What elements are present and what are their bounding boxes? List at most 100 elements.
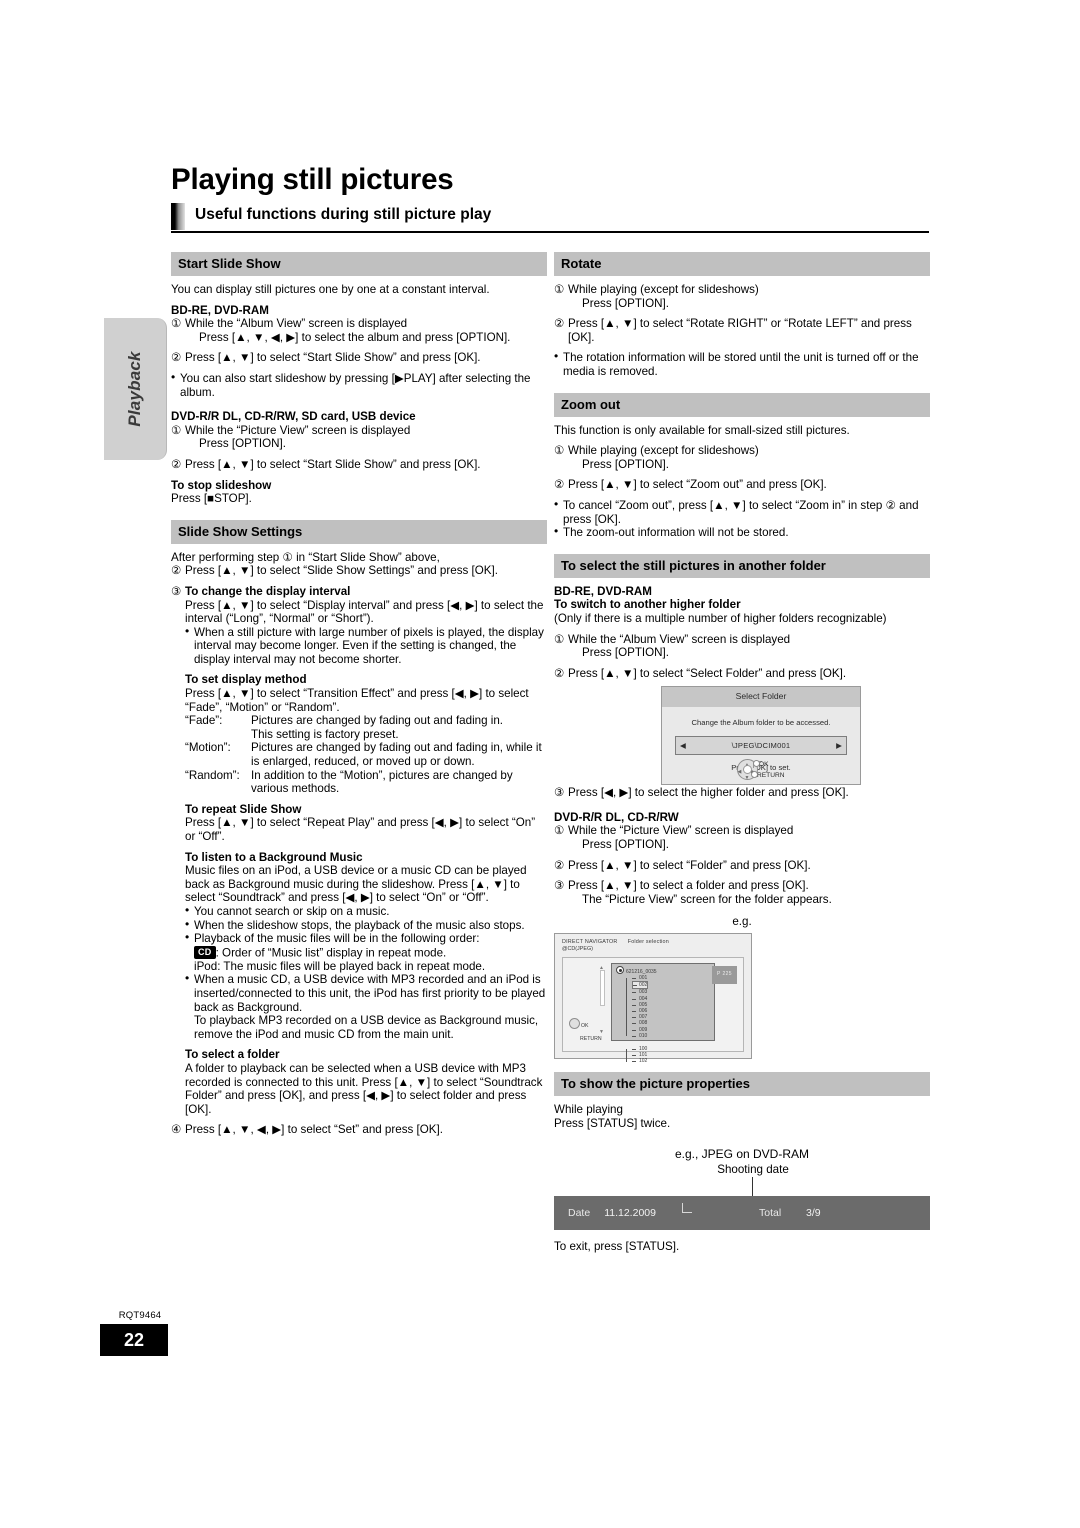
another-folder-dvdr-heading: DVD-R/R DL, CD-R/RW <box>554 810 679 824</box>
step-text: While the “Picture View” screen is displ… <box>568 824 794 838</box>
settings-step-2: ② Press [▲, ▼] to select “Slide Show Set… <box>171 564 547 578</box>
step-number: ④ <box>171 1123 182 1137</box>
display-method-heading: To set display method <box>185 673 307 687</box>
section-header-slide-show-settings: Slide Show Settings <box>171 519 547 544</box>
effect-desc: In addition to the “Motion”, pictures ar… <box>251 768 513 796</box>
dialog-message: Change the Album folder to be accessed. <box>691 717 831 727</box>
subtitle-block: Useful functions during still picture pl… <box>171 203 929 235</box>
subtitle-text: Useful functions during still picture pl… <box>195 206 492 223</box>
status-date-value: 11.12.2009 <box>604 1206 656 1219</box>
bgm-note-2: • When the slideshow stops, the playback… <box>185 917 547 933</box>
zoom-out-step-1: ① While playing (except for slideshows) … <box>554 444 930 471</box>
dn-ok-label: OK <box>581 1022 589 1029</box>
select-folder-dialog-figure: Select Folder Change the Album folder to… <box>554 686 930 786</box>
start-slide-show-intro: You can display still pictures one by on… <box>171 283 490 296</box>
step-number: ② <box>554 317 565 331</box>
step-subtext: Press [OPTION]. <box>582 646 669 660</box>
step-number: ① <box>554 283 565 296</box>
section-header-picture-properties: To show the picture properties <box>554 1072 930 1097</box>
dn-body: ▲ ▼ 621216_0035 001 002 003 004 005 006 … <box>562 957 744 1064</box>
step-number: ① <box>171 317 182 331</box>
folder-selector[interactable]: ◀ \JPEG\DCIM001 ▶ <box>675 736 847 756</box>
dialog-title: Select Folder <box>662 687 860 707</box>
soundtrack-folder-body: A folder to playback can be selected whe… <box>185 1062 543 1116</box>
step-text: Press [▲, ▼] to select “Select Folder” a… <box>568 666 847 680</box>
another-folder-bdre-heading: BD-RE, DVD-RAM <box>554 584 652 598</box>
stop-slideshow-body: Press [■STOP]. <box>171 492 252 506</box>
section-tab-playback: Playback <box>104 318 167 460</box>
exit-instruction: To exit, press [STATUS]. <box>554 1240 680 1254</box>
section-header-zoom-out: Zoom out <box>554 392 930 417</box>
bullet-text: When a music CD, a USB device with MP3 r… <box>194 973 546 1041</box>
callout-elbow <box>682 1203 692 1214</box>
page-title: Playing still pictures <box>171 163 454 196</box>
chevron-left-icon[interactable]: ◀ <box>680 739 686 753</box>
step-number: ② <box>171 457 182 471</box>
step-text: Press [▲, ▼, ◀, ▶] to select “Set” and p… <box>185 1123 443 1137</box>
step-subtext: Press [OPTION]. <box>582 457 669 471</box>
bullet-text: The rotation information will be stored … <box>563 351 919 378</box>
properties-eg-label: e.g., JPEG on DVD-RAM <box>674 1147 810 1162</box>
tree-item-selected[interactable]: 002 <box>632 981 649 990</box>
settings-after-step: After performing step ① in “Start Slide … <box>171 550 440 564</box>
document-code: RQT9464 <box>118 1310 162 1321</box>
repeat-slideshow-body: Press [▲, ▼] to select “Repeat Play” and… <box>185 816 536 843</box>
effect-row-random: “Random”: In addition to the “Motion”, p… <box>185 769 547 796</box>
another-folder-step-2: ② Press [▲, ▼] to select “Select Folder”… <box>554 667 930 681</box>
section-tab-label: Playback <box>125 351 144 427</box>
step-text: While playing (except for slideshows) <box>568 283 759 296</box>
dpad-return-label: RETURN <box>750 769 784 783</box>
step-text: Press [▲, ▼] to select “Rotate RIGHT” or… <box>568 317 912 344</box>
rotate-note: • The rotation information will be store… <box>554 350 930 378</box>
step-text: While playing (except for slideshows) <box>568 444 759 458</box>
folder-group-1: 001 002 003 004 005 006 007 008 009 010 <box>624 975 649 1039</box>
bgm-ipod-order-line: iPod: The music files will be played bac… <box>194 959 486 973</box>
repeat-slideshow-heading: To repeat Slide Show <box>185 802 302 816</box>
shooting-date-callout: Shooting date <box>717 1162 789 1176</box>
step-text: Press [◀, ▶] to select the higher folder… <box>568 786 849 800</box>
zoom-out-intro: This function is only available for smal… <box>554 423 850 437</box>
dpad-legend: ▲ ▼ ◀ ▶ OK RETURN <box>713 758 809 783</box>
another-folder-step-3: ③ Press [◀, ▶] to select the higher fold… <box>554 786 930 800</box>
bullet-dot: • <box>554 524 559 539</box>
rotate-step-2: ② Press [▲, ▼] to select “Rotate RIGHT” … <box>554 317 930 344</box>
step-text: Press [▲, ▼] to select “Slide Show Setti… <box>185 564 498 578</box>
subtitle-accent-bar <box>171 203 185 230</box>
chevron-right-icon[interactable]: ▶ <box>836 739 842 753</box>
step-number: ② <box>171 564 182 578</box>
tree-item[interactable]: 102 <box>632 1058 648 1064</box>
select-folder-dialog: Select Folder Change the Album folder to… <box>661 686 861 786</box>
page-number: 22 <box>100 1324 168 1356</box>
tree-item[interactable]: 010 <box>632 1033 648 1039</box>
step-text: Press [▲, ▼] to select “Start Slide Show… <box>185 457 481 471</box>
effect-desc: Pictures are changed by fading out and f… <box>251 714 504 741</box>
scroll-thumb[interactable] <box>600 970 605 1007</box>
dvdr-folder-step-2: ② Press [▲, ▼] to select “Folder” and pr… <box>554 859 930 873</box>
subtitle-rule <box>171 231 929 233</box>
bullet-text: You can also start slideshow by pressing… <box>180 371 531 399</box>
bgm-cd-text: : Order of “Music list” display in repea… <box>215 946 447 960</box>
bullet-dot: • <box>185 902 190 917</box>
step-text: While the “Album View” screen is display… <box>568 632 791 646</box>
section-header-rotate: Rotate <box>554 252 930 276</box>
bullet-text: Playback of the music files will be in t… <box>194 932 480 946</box>
switch-higher-folder-heading: To switch to another higher folder <box>554 598 741 612</box>
effect-term: “Random”: <box>185 768 240 782</box>
zoom-out-step-2: ② Press [▲, ▼] to select “Zoom out” and … <box>554 478 930 492</box>
bullet-text: When the slideshow stops, the playback o… <box>194 918 525 932</box>
step-number: ③ <box>554 786 565 800</box>
effect-term: “Motion”: <box>185 741 231 755</box>
step-subtext: The “Picture View” screen for the folder… <box>582 892 832 906</box>
dn-source: @CD(JPEG) <box>562 946 593 953</box>
dn-footer-legend: OK RETURN <box>569 1017 602 1047</box>
display-interval-heading: To change the display interval <box>185 584 351 598</box>
step-text: Press [▲, ▼] to select “Start Slide Show… <box>185 351 481 365</box>
zoom-out-note-2: • The zoom-out information will not be s… <box>554 524 930 540</box>
bullet-dot: • <box>185 971 190 986</box>
picture-properties-line-2: Press [STATUS] twice. <box>554 1116 671 1130</box>
left-column: Start Slide Show You can display still p… <box>171 252 547 1137</box>
bullet-text: You cannot search or skip on a music. <box>194 904 390 918</box>
folder-tree: 001 002 003 004 005 006 007 008 009 010 <box>624 975 649 1065</box>
folder-path-value: \JPEG\DCIM001 <box>731 740 791 750</box>
section-header-another-folder: To select the still pictures in another … <box>554 553 930 578</box>
